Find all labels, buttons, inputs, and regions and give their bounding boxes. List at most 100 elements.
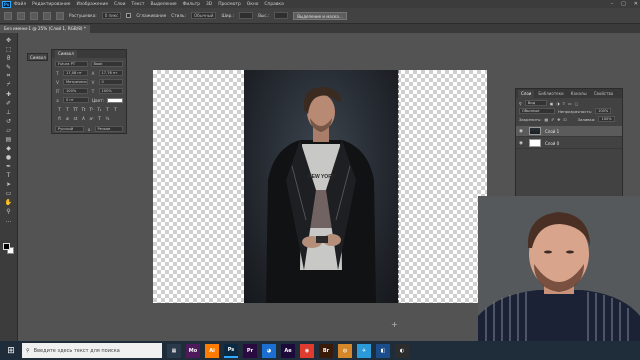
leading-input[interactable]: 17,76 пт — [98, 70, 123, 76]
text-color-swatch[interactable] — [107, 97, 123, 103]
antialias-checkbox[interactable] — [126, 13, 132, 18]
character-panel-collapsed[interactable]: Символ — [27, 53, 48, 61]
visibility-eye-icon[interactable]: ◉ — [519, 141, 525, 146]
eraser-icon[interactable]: ▱ — [3, 126, 15, 134]
taskbar-chrome-icon[interactable]: ◕ — [262, 343, 276, 358]
superscript-icon[interactable]: T¹ — [89, 107, 94, 112]
style-select[interactable]: Обычный — [190, 12, 217, 19]
fill-input[interactable]: 100% — [598, 116, 615, 122]
baseline-input[interactable]: 0 пт — [63, 97, 89, 103]
layer-name[interactable]: Слой 0 — [545, 141, 559, 146]
brush-tool-icon[interactable]: ✐ — [3, 99, 15, 107]
menu-view[interactable]: Просмотр — [218, 2, 241, 7]
hand-tool-icon[interactable]: ✋ — [3, 198, 15, 206]
ordinal-icon[interactable]: aᵃ — [89, 116, 94, 121]
lasso-tool-icon[interactable]: ϑ — [3, 54, 15, 62]
subscript-icon[interactable]: T₁ — [97, 107, 102, 112]
width-input[interactable] — [239, 12, 254, 19]
horizontal-scale-input[interactable]: 100% — [98, 88, 123, 94]
opacity-input[interactable]: 100% — [595, 108, 612, 114]
blur-icon[interactable]: ◆ — [3, 144, 15, 152]
taskbar-app-icon-2[interactable]: ◧ — [376, 343, 390, 358]
quick-select-icon[interactable]: ✎ — [3, 63, 15, 71]
kerning-select[interactable]: Метрически — [63, 79, 88, 85]
eyedropper-icon[interactable]: ⌿ — [3, 81, 15, 89]
menu-type[interactable]: Текст — [131, 2, 144, 7]
add-selection-button[interactable] — [30, 11, 38, 20]
healing-brush-icon[interactable]: ✚ — [3, 90, 15, 98]
menu-image[interactable]: Изображение — [76, 2, 108, 7]
filter-type-icon[interactable]: T — [563, 101, 565, 106]
zoom-tool-icon[interactable]: ⚲ — [3, 207, 15, 215]
tool-preset-button[interactable] — [4, 11, 12, 20]
taskbar-illustrator-icon[interactable]: Ai — [205, 343, 219, 358]
all-caps-icon[interactable]: TT — [73, 107, 78, 112]
shape-tool-icon[interactable]: ▭ — [3, 189, 15, 197]
taskbar-mocha-icon[interactable]: Mo — [186, 343, 200, 358]
taskbar-bridge-icon[interactable]: Br — [319, 343, 333, 358]
blend-mode-select[interactable]: Обычные — [519, 108, 555, 114]
taskbar-photoshop-icon[interactable]: Ps — [224, 343, 238, 358]
tab-character[interactable]: Символ — [55, 50, 77, 58]
menu-layer[interactable]: Слои — [114, 2, 125, 7]
taskbar-app-icon[interactable]: ◍ — [338, 343, 352, 358]
filter-adjust-icon[interactable]: ◑ — [556, 101, 559, 106]
menu-3d[interactable]: 3D — [206, 2, 212, 7]
height-input[interactable] — [274, 12, 289, 19]
anti-alias-select[interactable]: Резкое — [94, 126, 123, 132]
strikethrough-icon[interactable]: T — [113, 107, 118, 112]
ligature-icon[interactable]: fi — [57, 116, 62, 121]
faux-italic-icon[interactable]: T — [65, 107, 70, 112]
layer-row-0[interactable]: ◉ Слой 0 — [516, 138, 622, 149]
layer-name[interactable]: Слой 1 — [545, 129, 559, 134]
tab-libraries[interactable]: Библиотеки — [535, 90, 566, 98]
more-tools-icon[interactable]: … — [3, 216, 15, 224]
taskbar-search[interactable]: ⚲ Введите здесь текст для поиска — [22, 343, 162, 358]
lock-move-icon[interactable]: ✥ — [557, 117, 560, 122]
new-selection-button[interactable] — [17, 11, 25, 20]
taskbar-telegram-icon[interactable]: ✈ — [357, 343, 371, 358]
maximize-icon[interactable]: □ — [621, 1, 626, 7]
lock-all-icon[interactable]: ⊡ — [563, 117, 566, 122]
windows-start-icon[interactable]: ⊞ — [0, 341, 22, 360]
menu-filter[interactable]: Фильтр — [183, 2, 200, 7]
intersect-selection-button[interactable] — [56, 11, 64, 20]
font-style-select[interactable]: Book — [90, 61, 123, 67]
titling-icon[interactable]: A — [81, 116, 86, 121]
font-family-select[interactable]: Futura PT — [55, 61, 88, 67]
path-select-icon[interactable]: ➤ — [3, 180, 15, 188]
select-mask-button[interactable]: Выделение и маска... — [293, 11, 347, 20]
taskbar-after-effects-icon[interactable]: Ae — [281, 343, 295, 358]
minimize-icon[interactable]: – — [611, 1, 614, 7]
taskbar-media-icon[interactable]: ◉ — [300, 343, 314, 358]
filter-smart-icon[interactable]: ▢ — [575, 101, 579, 106]
visibility-eye-icon[interactable]: ◉ — [519, 129, 525, 134]
menu-edit[interactable]: Редактирование — [32, 2, 70, 7]
language-select[interactable]: Русский — [55, 126, 84, 132]
document-tab[interactable]: Без имени-1 @ 25% (Слой 1, RGB/8) * — [0, 25, 90, 33]
swash-icon[interactable]: ø — [65, 116, 70, 121]
menu-window[interactable]: Окно — [247, 2, 259, 7]
foreground-color-swatch[interactable] — [3, 243, 10, 250]
layer-filter-select[interactable]: Вид — [524, 100, 547, 106]
filter-shape-icon[interactable]: ▭ — [568, 101, 572, 106]
close-icon[interactable]: ✕ — [634, 1, 638, 7]
crop-tool-icon[interactable]: ⌗ — [3, 72, 15, 80]
gradient-icon[interactable]: ▤ — [3, 135, 15, 143]
type-tool-icon[interactable]: T — [3, 171, 15, 179]
small-caps-icon[interactable]: Tt — [81, 107, 86, 112]
underline-icon[interactable]: T — [105, 107, 110, 112]
tab-channels[interactable]: Каналы — [568, 90, 590, 98]
document-canvas[interactable]: NEW YORK — [153, 70, 487, 303]
fraction-icon[interactable]: T — [97, 116, 102, 121]
dodge-icon[interactable]: ● — [3, 153, 15, 161]
marquee-tool-icon[interactable]: ⬚ — [3, 45, 15, 53]
menu-file[interactable]: Файл — [14, 2, 26, 7]
tracking-input[interactable]: 0 — [98, 79, 123, 85]
lock-paint-icon[interactable]: ✐ — [551, 117, 554, 122]
layer-row-1[interactable]: ◉ Слой 1 — [516, 126, 622, 137]
lock-pixels-icon[interactable]: ▦ — [544, 117, 548, 122]
vertical-scale-input[interactable]: 100% — [63, 88, 88, 94]
taskbar-premiere-icon[interactable]: Pr — [243, 343, 257, 358]
menu-help[interactable]: Справка — [264, 2, 283, 7]
